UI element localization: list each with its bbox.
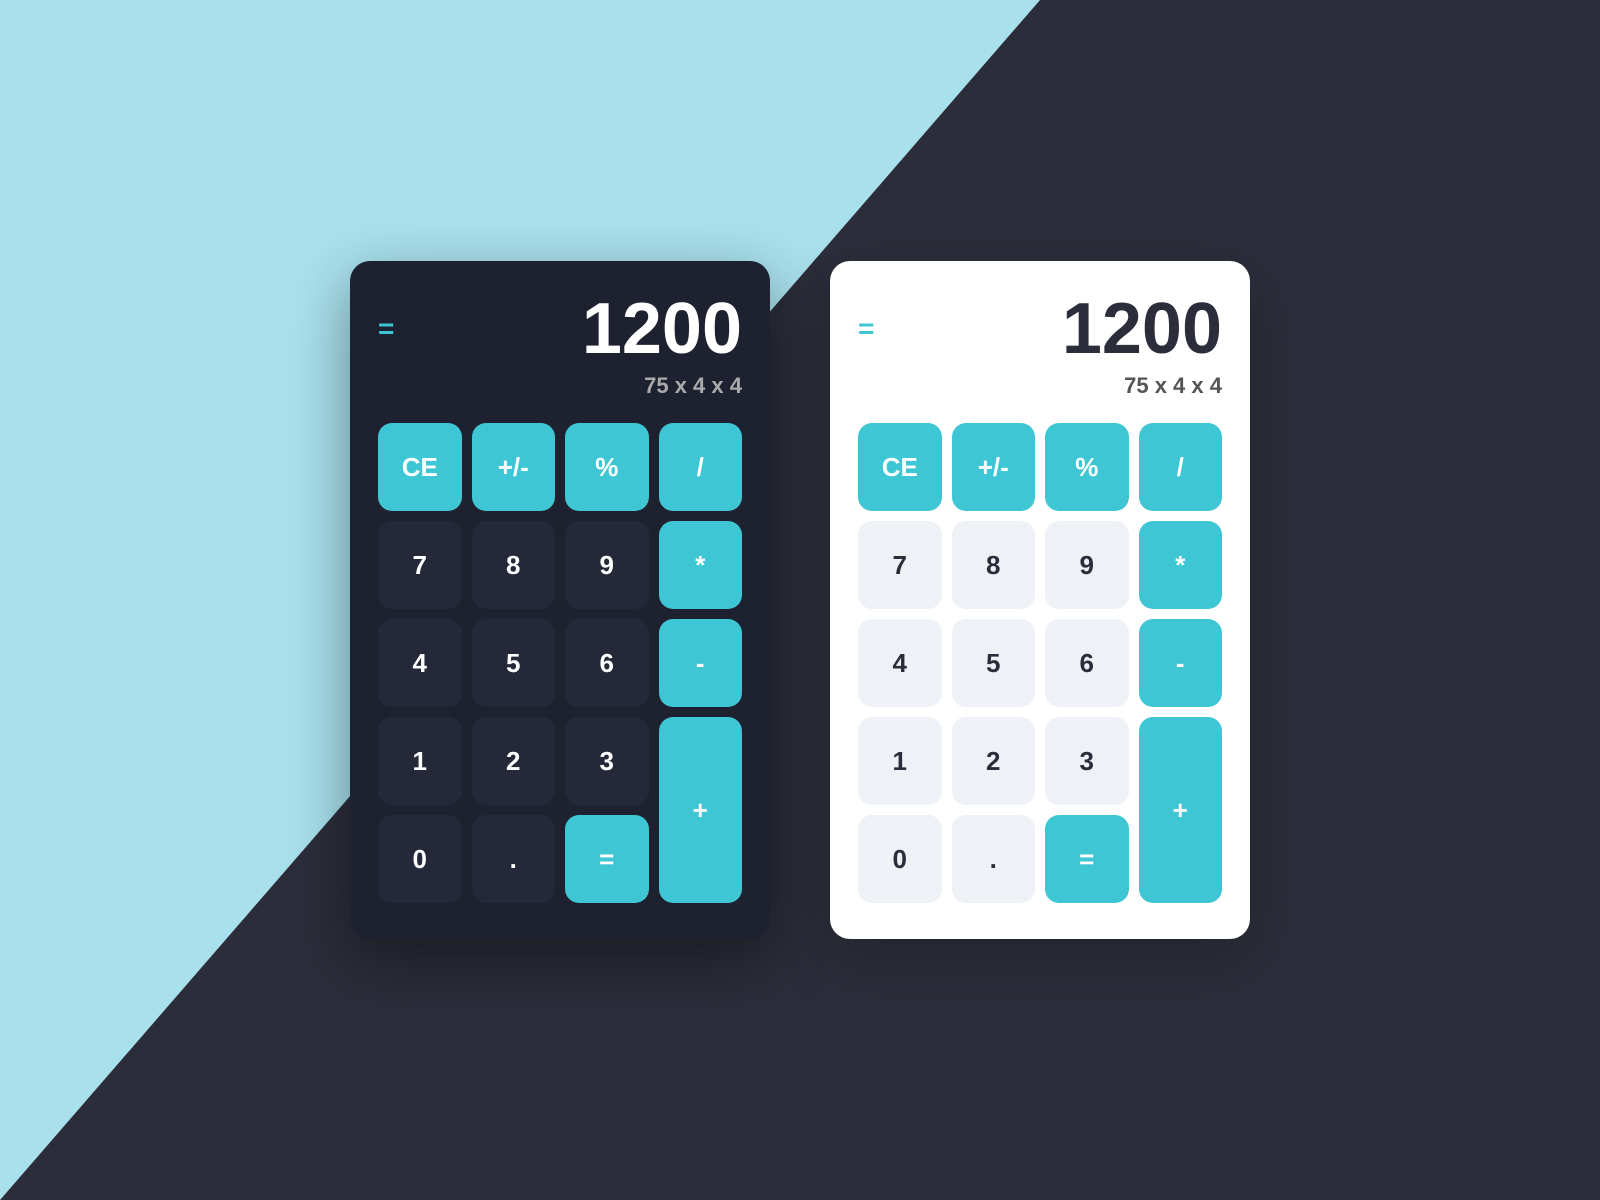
decimal-button[interactable]: . [952,815,1036,903]
four-button[interactable]: 4 [378,619,462,707]
plus-minus-button[interactable]: +/- [472,423,556,511]
multiply-button[interactable]: * [1139,521,1223,609]
one-button[interactable]: 1 [378,717,462,805]
dark-display: = 1200 75 x 4 x 4 [378,293,742,399]
five-button[interactable]: 5 [472,619,556,707]
subtract-button[interactable]: - [659,619,743,707]
dark-main-value: 1200 [582,293,742,365]
calculator-light: = 1200 75 x 4 x 4 CE+/-%/789*456-123+0.= [830,261,1250,939]
light-equals-icon: = [858,315,874,343]
multiply-button[interactable]: * [659,521,743,609]
six-button[interactable]: 6 [565,619,649,707]
percent-button[interactable]: % [565,423,649,511]
calculator-dark: = 1200 75 x 4 x 4 CE+/-%/789*456-123+0.= [350,261,770,939]
light-main-value: 1200 [1062,293,1222,365]
three-button[interactable]: 3 [565,717,649,805]
six-button[interactable]: 6 [1045,619,1129,707]
light-header: = 1200 [858,293,1222,365]
divide-button[interactable]: / [1139,423,1223,511]
zero-button[interactable]: 0 [378,815,462,903]
eight-button[interactable]: 8 [952,521,1036,609]
light-button-grid: CE+/-%/ 789* 456- 123+0.= [858,423,1222,903]
subtract-button[interactable]: - [1139,619,1223,707]
add-button[interactable]: + [1139,717,1223,903]
seven-button[interactable]: 7 [858,521,942,609]
eight-button[interactable]: 8 [472,521,556,609]
seven-button[interactable]: 7 [378,521,462,609]
five-button[interactable]: 5 [952,619,1036,707]
clear-entry-button[interactable]: CE [378,423,462,511]
light-expression: 75 x 4 x 4 [858,373,1222,399]
dark-equals-icon: = [378,315,394,343]
percent-button[interactable]: % [1045,423,1129,511]
three-button[interactable]: 3 [1045,717,1129,805]
nine-button[interactable]: 9 [565,521,649,609]
dark-expression: 75 x 4 x 4 [378,373,742,399]
clear-entry-button[interactable]: CE [858,423,942,511]
add-button[interactable]: + [659,717,743,903]
zero-button[interactable]: 0 [858,815,942,903]
divide-button[interactable]: / [659,423,743,511]
two-button[interactable]: 2 [952,717,1036,805]
two-button[interactable]: 2 [472,717,556,805]
nine-button[interactable]: 9 [1045,521,1129,609]
one-button[interactable]: 1 [858,717,942,805]
light-display: = 1200 75 x 4 x 4 [858,293,1222,399]
four-button[interactable]: 4 [858,619,942,707]
dark-button-grid: CE+/-%/ 789* 456- 123+0.= [378,423,742,903]
plus-minus-button[interactable]: +/- [952,423,1036,511]
calculators-container: = 1200 75 x 4 x 4 CE+/-%/789*456-123+0.=… [0,0,1600,1200]
equals-button[interactable]: = [1045,815,1129,903]
equals-button[interactable]: = [565,815,649,903]
decimal-button[interactable]: . [472,815,556,903]
dark-header: = 1200 [378,293,742,365]
